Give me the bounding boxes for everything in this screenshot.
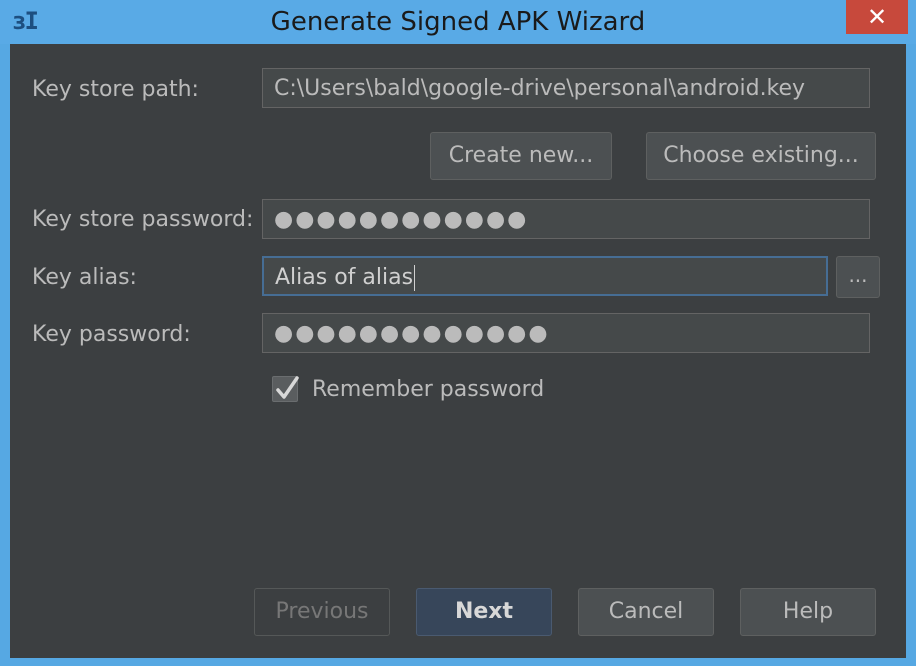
key-password-dots: ●●●●●●●●●●●●● xyxy=(274,321,550,346)
keystore-password-label: Key store password: xyxy=(32,207,254,232)
browse-alias-button[interactable]: ... xyxy=(836,256,880,298)
key-alias-field[interactable]: Alias of alias xyxy=(262,256,828,296)
keystore-path-label: Key store path: xyxy=(32,77,199,102)
key-alias-label: Key alias: xyxy=(32,265,137,290)
choose-existing-button[interactable]: Choose existing... xyxy=(646,132,876,180)
help-button[interactable]: Help xyxy=(740,588,876,636)
keystore-password-dots: ●●●●●●●●●●●● xyxy=(274,207,529,232)
keystore-password-field[interactable]: ●●●●●●●●●●●● xyxy=(262,199,870,239)
window-title: Generate Signed APK Wizard xyxy=(270,7,646,37)
title-bar[interactable]: зI Generate Signed APK Wizard ✕ xyxy=(0,0,916,44)
key-password-field[interactable]: ●●●●●●●●●●●●● xyxy=(262,313,870,353)
key-password-label: Key password: xyxy=(32,322,191,347)
next-button[interactable]: Next xyxy=(416,588,552,636)
text-caret xyxy=(414,265,416,291)
key-alias-value: Alias of alias xyxy=(275,265,414,290)
dialog-content: Key store path: C:\Users\bald\google-dri… xyxy=(10,44,906,658)
remember-password-label[interactable]: Remember password xyxy=(312,376,544,404)
remember-password-checkbox[interactable] xyxy=(272,376,299,402)
dialog-window: зI Generate Signed APK Wizard ✕ Key stor… xyxy=(0,0,916,666)
keystore-path-field[interactable]: C:\Users\bald\google-drive\personal\andr… xyxy=(262,68,870,108)
checkmark-icon xyxy=(276,376,299,399)
close-icon: ✕ xyxy=(866,3,888,31)
previous-button[interactable]: Previous xyxy=(254,588,390,636)
cancel-button[interactable]: Cancel xyxy=(578,588,714,636)
create-new-button[interactable]: Create new... xyxy=(430,132,612,180)
close-button[interactable]: ✕ xyxy=(846,0,908,34)
